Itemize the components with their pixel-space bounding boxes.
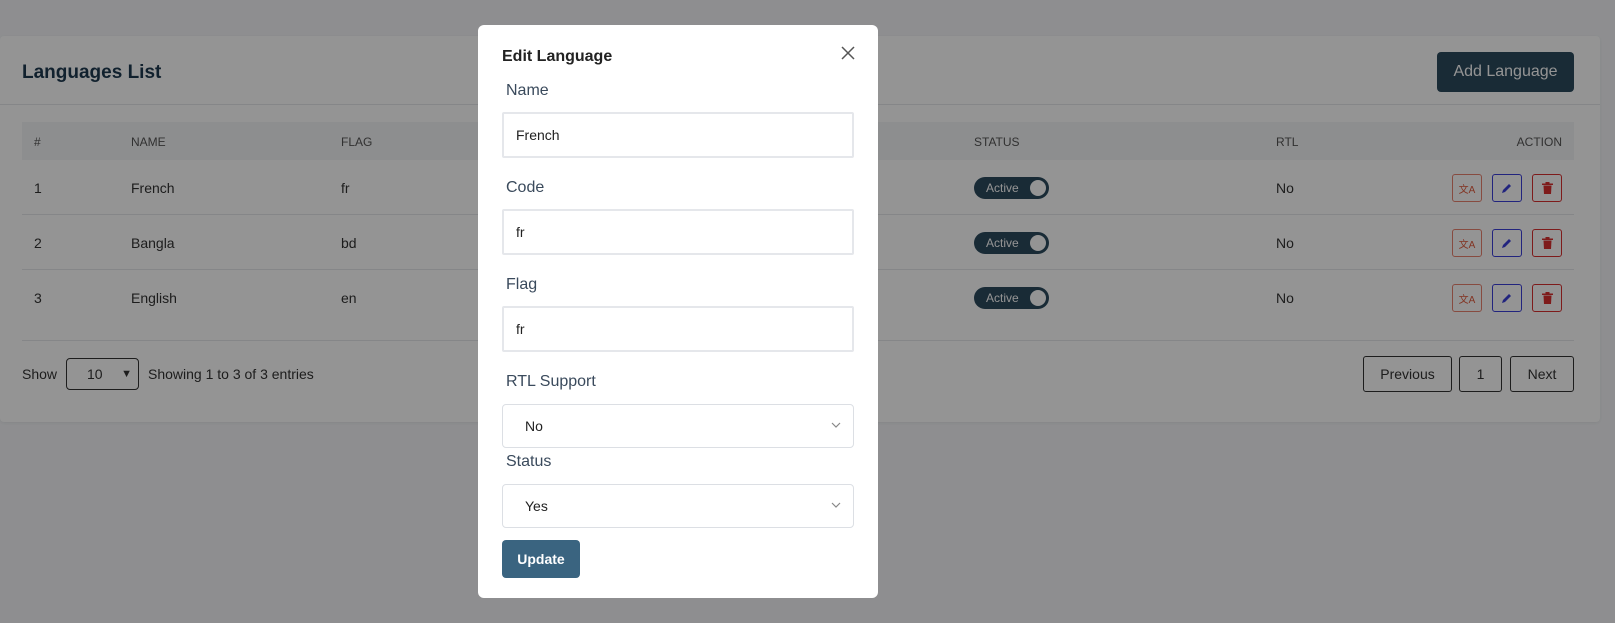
status-value: Yes — [525, 498, 548, 514]
update-button[interactable]: Update — [502, 540, 580, 578]
name-label: Name — [506, 82, 549, 99]
status-label: Status — [506, 453, 552, 470]
name-input[interactable] — [502, 112, 854, 158]
chevron-down-icon — [831, 422, 841, 428]
rtl-support-label: RTL Support — [506, 373, 596, 390]
code-label: Code — [506, 179, 545, 196]
close-icon[interactable] — [838, 43, 858, 63]
edit-language-modal: Edit Language Name Code Flag RTL Support… — [478, 25, 878, 598]
rtl-support-select[interactable]: No — [502, 404, 854, 448]
status-select[interactable]: Yes — [502, 484, 854, 528]
code-input[interactable] — [502, 209, 854, 255]
modal-title: Edit Language — [502, 48, 613, 65]
rtl-support-value: No — [525, 418, 543, 434]
flag-input[interactable] — [502, 306, 854, 352]
chevron-down-icon — [831, 502, 841, 508]
flag-label: Flag — [506, 276, 538, 293]
